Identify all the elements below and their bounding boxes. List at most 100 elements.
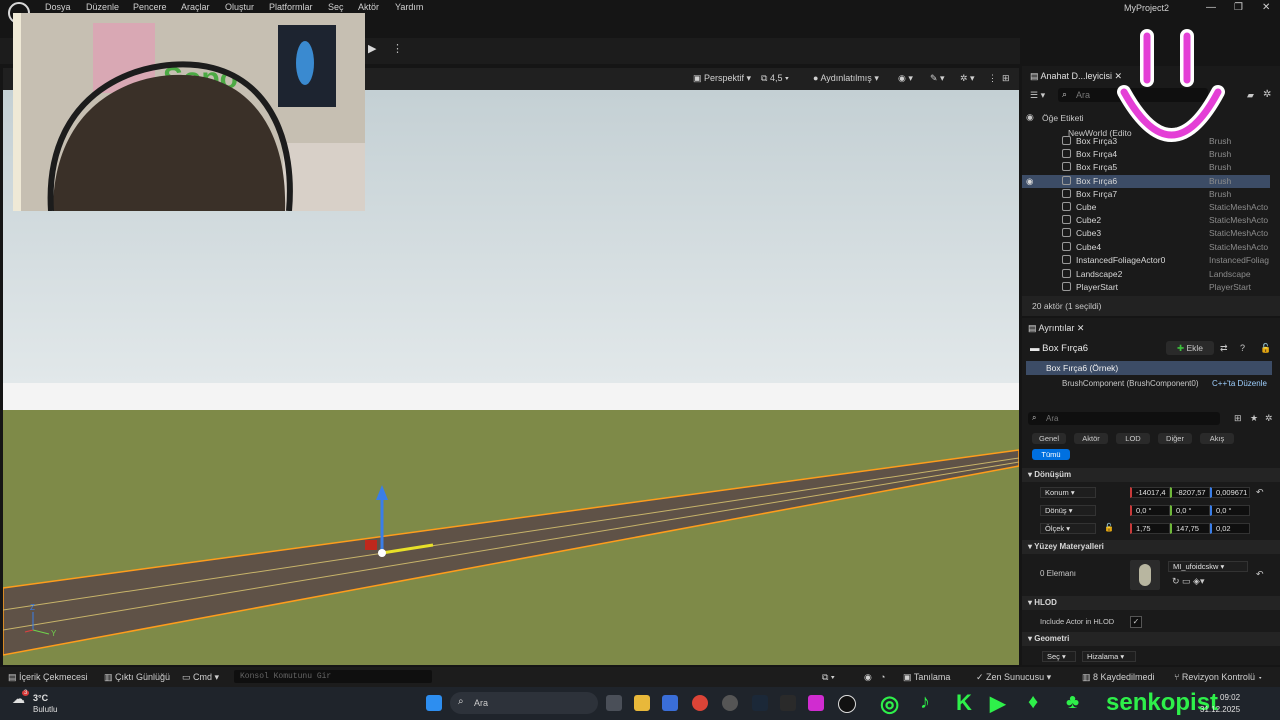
list-item[interactable]: PlayerStart PlayerStart (1022, 281, 1270, 294)
browse-icon[interactable]: ↻ ▭ ◈▾ (1172, 576, 1204, 587)
component-row[interactable]: BrushComponent (BrushComponent0) (1062, 379, 1199, 388)
console-input[interactable]: Konsol Komutunu Gir (234, 670, 432, 683)
rotation-dropdown[interactable]: Dönüş ▾ (1040, 505, 1096, 516)
clock-date[interactable]: 31.12.2025 (1200, 705, 1240, 714)
clock-time[interactable]: 09:02 (1220, 693, 1240, 702)
steam-icon[interactable] (752, 695, 768, 711)
epic-games-icon[interactable] (780, 695, 796, 711)
settings-icon[interactable]: ✲ (1263, 89, 1271, 100)
realtime-icon[interactable]: ✎ ▾ (930, 73, 945, 84)
filter-all[interactable]: Tümü (1032, 449, 1070, 460)
filter-actor[interactable]: Aktör (1074, 433, 1108, 444)
store-icon[interactable] (662, 695, 678, 711)
more-icon[interactable]: ⋮ (988, 73, 997, 84)
lock-icon[interactable]: 🔓 (1260, 343, 1271, 354)
rotation-z-field[interactable]: 0,0 ° (1210, 505, 1250, 516)
play-icon[interactable]: ▶ (368, 42, 376, 55)
menu-tools[interactable]: Araçlar (181, 2, 210, 12)
edit-cpp-link[interactable]: C++'ta Düzenle (1212, 379, 1267, 388)
add-component-button[interactable]: ✚ Ekle (1166, 341, 1214, 355)
chrome-icon[interactable] (692, 695, 708, 711)
layout-icon[interactable]: ⊞ (1002, 73, 1010, 84)
hlod-include-checkbox[interactable]: ✓ (1130, 616, 1142, 628)
location-y-field[interactable]: -8207,57 (1170, 487, 1210, 498)
material-dropdown[interactable]: MI_ufoidcskw ▾ (1168, 561, 1248, 572)
location-dropdown[interactable]: Konum ▾ (1040, 487, 1096, 498)
menu-actor[interactable]: Aktör (358, 2, 379, 12)
details-tab[interactable]: ▤ Ayrıntılar ✕ (1028, 323, 1084, 334)
perspective-dropdown[interactable]: ▣ Perspektif ▾ (693, 73, 751, 84)
insights-icon[interactable]: ◔ (880, 672, 885, 682)
reset-icon[interactable]: ↶ (1256, 569, 1264, 580)
trace-icon[interactable]: ◉ (864, 672, 872, 683)
gear-icon[interactable]: ✲ ▾ (960, 73, 975, 84)
rotation-x-field[interactable]: 0,0 ° (1130, 505, 1170, 516)
trace-button[interactable]: ▣ Tanılama (903, 672, 950, 683)
fov-dropdown[interactable]: ⧉ 4,5 ▾ (761, 73, 789, 84)
menu-help[interactable]: Yardım (395, 2, 423, 12)
filter-streaming[interactable]: Akış (1200, 433, 1234, 444)
unreal-engine-icon[interactable] (838, 695, 856, 713)
task-view-icon[interactable] (606, 695, 622, 711)
instance-row[interactable]: Box Fırça6 (Örnek) (1026, 361, 1272, 375)
cmd-dropdown[interactable]: ▭ Cmd ▾ (182, 672, 219, 683)
favorite-icon[interactable]: ★ (1250, 413, 1258, 424)
settings-icon[interactable]: ✲ (1265, 413, 1273, 424)
menu-select[interactable]: Seç (328, 2, 344, 12)
help-icon[interactable]: ? (1240, 343, 1245, 353)
material-thumbnail[interactable] (1130, 560, 1160, 590)
taskbar-search[interactable]: ⌕ Ara (450, 692, 598, 714)
derived-data-icon[interactable]: ⧉ ▾ (822, 672, 835, 683)
outliner-tab[interactable]: ▤ Anahat D...leyicisi ✕ (1030, 71, 1122, 82)
file-explorer-icon[interactable] (634, 695, 650, 711)
scale-z-field[interactable]: 0,02 (1210, 523, 1250, 534)
align-dropdown[interactable]: Hizalama ▾ (1082, 651, 1136, 662)
grid-view-icon[interactable]: ⊞ (1234, 413, 1242, 424)
visibility-icon[interactable]: ◉ (1026, 112, 1034, 123)
menu-edit[interactable]: Düzenle (86, 2, 119, 12)
content-drawer-button[interactable]: ▤ İçerik Çekmecesi (8, 672, 88, 683)
rotation-y-field[interactable]: 0,0 ° (1170, 505, 1210, 516)
materials-section[interactable]: ▾ Yüzey Materyalleri (1022, 540, 1280, 554)
unsaved-button[interactable]: ▥ 8 Kaydedilmedi (1082, 672, 1155, 683)
zen-server-button[interactable]: ✓ Zen Sunucusu ▾ (976, 672, 1051, 683)
blueprint-icon[interactable]: ⇄ (1220, 343, 1228, 354)
scale-y-field[interactable]: 147,75 (1170, 523, 1210, 534)
maximize-button[interactable]: ❐ (1234, 2, 1243, 13)
list-item[interactable]: Cube4 StaticMeshActo (1022, 241, 1270, 254)
list-item[interactable]: InstancedFoliageActor0 InstancedFoliag (1022, 254, 1270, 267)
lit-dropdown[interactable]: ● Aydınlatılmış ▾ (813, 73, 879, 84)
list-item[interactable]: Cube StaticMeshActo (1022, 201, 1270, 214)
menu-create[interactable]: Oluştur (225, 2, 254, 12)
list-item[interactable]: Cube2 StaticMeshActo (1022, 214, 1270, 227)
play-options-icon[interactable]: ⋮ (392, 42, 403, 55)
windows-start-icon[interactable] (426, 695, 442, 711)
menu-file[interactable]: Dosya (45, 2, 71, 12)
menu-window[interactable]: Pencere (133, 2, 167, 12)
minimize-button[interactable]: — (1206, 2, 1216, 13)
reset-icon[interactable]: ↶ (1256, 487, 1264, 498)
filter-general[interactable]: Genel (1032, 433, 1066, 444)
filter-misc[interactable]: Diğer (1158, 433, 1192, 444)
menu-platforms[interactable]: Platformlar (269, 2, 313, 12)
location-z-field[interactable]: 0,009671 (1210, 487, 1250, 498)
filter-lod[interactable]: LOD (1116, 433, 1150, 444)
app-icon[interactable] (722, 695, 738, 711)
close-window-button[interactable]: ✕ (1262, 2, 1270, 13)
list-item[interactable]: Cube3 StaticMeshActo (1022, 227, 1270, 240)
app-icon[interactable] (808, 695, 824, 711)
scale-dropdown[interactable]: Ölçek ▾ (1040, 523, 1096, 534)
filter-icon[interactable]: ☰ ▾ (1030, 90, 1045, 101)
list-item-selected[interactable]: ◉ Box Fırça6 Brush (1022, 175, 1270, 188)
hlod-section[interactable]: ▾ HLOD (1022, 596, 1280, 610)
show-icon[interactable]: ◉ ▾ (898, 73, 913, 84)
scale-lock-icon[interactable]: 🔓 (1104, 523, 1114, 532)
list-item[interactable]: Box Fırça5 Brush (1022, 161, 1270, 174)
output-log-button[interactable]: ▥ Çıktı Günlüğü (104, 672, 170, 683)
geometry-section[interactable]: ▾ Geometri (1022, 632, 1280, 646)
list-item[interactable]: Box Fırça7 Brush (1022, 188, 1270, 201)
location-x-field[interactable]: -14017,4 (1130, 487, 1170, 498)
transform-section[interactable]: ▾ Dönüşüm (1022, 468, 1280, 482)
details-search[interactable]: ⌕ Ara (1028, 412, 1220, 425)
visibility-icon[interactable]: ◉ (1026, 176, 1033, 187)
